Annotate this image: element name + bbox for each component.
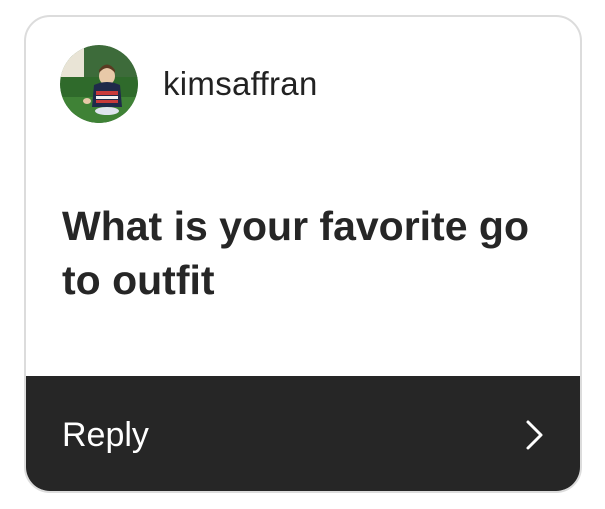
card-header: kimsaffran — [60, 45, 318, 123]
reply-button[interactable]: Reply — [26, 376, 580, 491]
username[interactable]: kimsaffran — [163, 65, 318, 103]
chevron-right-icon — [526, 420, 543, 450]
question-card: kimsaffran What is your favorite go to o… — [24, 15, 582, 493]
reply-label: Reply — [62, 416, 149, 454]
avatar[interactable] — [60, 45, 138, 123]
question-text: What is your favorite go to outfit — [62, 203, 529, 303]
